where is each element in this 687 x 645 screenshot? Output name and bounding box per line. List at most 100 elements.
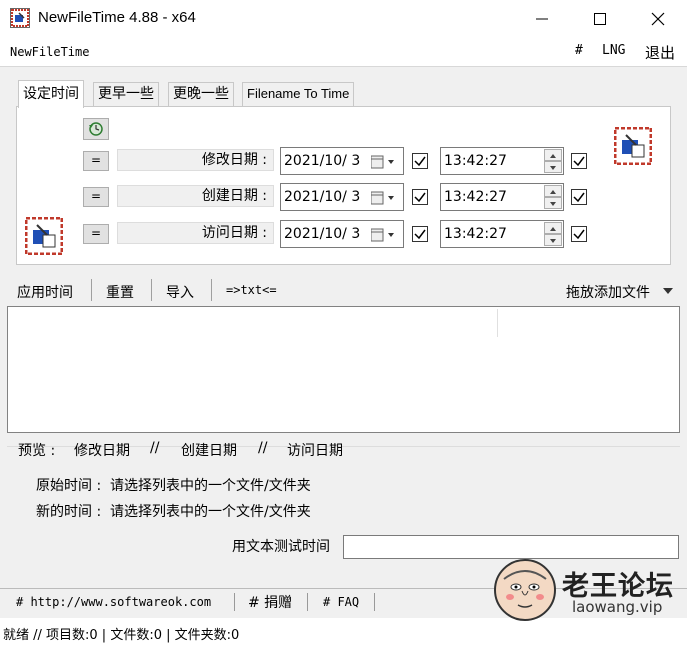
toolbar-separator <box>211 279 212 301</box>
created-date-picker[interactable]: 2021/10/ 3 <box>280 183 404 211</box>
link-separator <box>374 593 375 611</box>
arrow-up-icon <box>550 154 556 158</box>
apply-modified-button[interactable]: = <box>83 151 109 171</box>
checkmark-icon <box>573 229 585 240</box>
maximize-button[interactable] <box>571 0 629 38</box>
accessed-date-checkbox[interactable] <box>412 226 428 242</box>
time-spin-up[interactable] <box>544 185 562 197</box>
created-time-checkbox[interactable] <box>571 189 587 205</box>
status-bar: 就绪 // 项目数:0 | 文件数:0 | 文件夹数:0 <box>0 618 687 645</box>
checkmark-icon <box>414 229 426 240</box>
app-name-label: NewFileTime <box>10 45 90 59</box>
status-text: 就绪 // 项目数:0 | 文件数:0 | 文件夹数:0 <box>3 628 240 643</box>
drag-add-files-button[interactable]: 拖放添加文件 <box>566 282 650 302</box>
checkmark-icon <box>573 192 585 203</box>
checkmark-icon <box>414 156 426 167</box>
preview-separator: // <box>150 440 160 456</box>
tab-set-time[interactable]: 设定时间 <box>18 80 84 108</box>
preview-separator: // <box>258 440 268 456</box>
time-spin-down[interactable] <box>544 197 562 209</box>
calendar-file-icon <box>613 126 653 166</box>
clock-refresh-icon <box>89 122 103 136</box>
title-bar: NewFileTime 4.88 - x64 <box>0 0 687 38</box>
time-spin-down[interactable] <box>544 234 562 246</box>
window-title: NewFileTime 4.88 - x64 <box>38 9 196 26</box>
test-time-input[interactable] <box>343 535 679 559</box>
modified-date-label: 修改日期 : <box>117 149 274 171</box>
link-separator <box>307 593 308 611</box>
menu-language[interactable]: LNG <box>602 43 625 58</box>
import-button[interactable]: 导入 <box>166 282 194 302</box>
created-date-checkbox[interactable] <box>412 189 428 205</box>
original-time-value: 请选择列表中的一个文件/文件夹 <box>110 478 311 494</box>
accessed-date-picker[interactable]: 2021/10/ 3 <box>280 220 404 248</box>
accessed-time-value: 13:42:27 <box>444 226 507 242</box>
menu-exit[interactable]: 退出 <box>645 42 675 63</box>
file-time-icon-bottom[interactable] <box>24 216 64 256</box>
accessed-time-field[interactable]: 13:42:27 <box>440 220 564 248</box>
original-time-label: 原始时间 : <box>36 478 102 494</box>
modified-date-picker[interactable]: 2021/10/ 3 <box>280 147 404 175</box>
preview-accessed-link[interactable]: 访问日期 <box>287 440 343 460</box>
arrow-down-icon <box>550 239 556 243</box>
close-button[interactable] <box>629 0 687 38</box>
checkmark-icon <box>573 156 585 167</box>
accessed-time-checkbox[interactable] <box>571 226 587 242</box>
app-icon <box>10 8 30 28</box>
arrow-up-icon <box>550 190 556 194</box>
checkmark-icon <box>414 192 426 203</box>
test-time-label: 用文本测试时间 <box>232 539 330 555</box>
created-time-field[interactable]: 13:42:27 <box>440 183 564 211</box>
tab-later[interactable]: 更晚一些 <box>168 82 234 106</box>
column-divider[interactable] <box>497 309 498 337</box>
arrow-up-icon <box>550 227 556 231</box>
link-separator <box>234 593 235 611</box>
apply-time-button[interactable]: 应用时间 <box>17 282 73 302</box>
reset-button[interactable]: 重置 <box>106 282 134 302</box>
minimize-icon <box>536 18 548 20</box>
new-time-label: 新的时间 : <box>36 504 102 520</box>
time-spin-down[interactable] <box>544 161 562 173</box>
created-date-label: 创建日期 : <box>117 185 274 207</box>
website-link[interactable]: # http://www.softwareok.com <box>16 595 211 609</box>
time-spin-up[interactable] <box>544 222 562 234</box>
new-time-value: 请选择列表中的一个文件/文件夹 <box>110 504 311 520</box>
apply-accessed-button[interactable]: = <box>83 224 109 244</box>
watermark-avatar <box>494 559 556 621</box>
maximize-icon <box>594 13 606 25</box>
toolbar-separator <box>91 279 92 301</box>
menu-hash[interactable]: # <box>575 43 583 58</box>
calendar-dropdown-icon <box>371 191 394 205</box>
modified-date-value: 2021/10/ 3 <box>284 153 361 169</box>
modified-date-checkbox[interactable] <box>412 153 428 169</box>
accessed-date-label: 访问日期 : <box>117 222 274 244</box>
file-time-icon-top[interactable] <box>613 126 653 166</box>
menu-bar: NewFileTime # LNG 退出 <box>0 38 687 67</box>
toolbar-separator <box>151 279 152 301</box>
donate-link[interactable]: # 捐赠 <box>248 592 292 612</box>
dropdown-arrow-icon <box>663 288 673 294</box>
tab-earlier[interactable]: 更早一些 <box>93 82 159 106</box>
refresh-button[interactable] <box>83 118 109 140</box>
calendar-dropdown-icon <box>371 228 394 242</box>
calendar-dropdown-icon <box>371 155 394 169</box>
watermark-url: laowang.vip <box>572 598 663 616</box>
created-time-value: 13:42:27 <box>444 189 507 205</box>
preview-modified-link[interactable]: 修改日期 <box>74 440 130 460</box>
tab-filename-to-time[interactable]: Filename To Time <box>242 82 355 106</box>
faq-link[interactable]: # FAQ <box>323 595 359 609</box>
apply-created-button[interactable]: = <box>83 187 109 207</box>
old-man-face-icon <box>503 570 547 608</box>
export-txt-button[interactable]: =>txt<= <box>226 283 277 297</box>
modified-time-value: 13:42:27 <box>444 153 507 169</box>
calendar-file-icon <box>24 216 64 256</box>
file-list[interactable] <box>7 306 680 433</box>
preview-created-link[interactable]: 创建日期 <box>181 440 237 460</box>
close-icon <box>651 12 665 26</box>
time-spin-up[interactable] <box>544 149 562 161</box>
created-date-value: 2021/10/ 3 <box>284 189 361 205</box>
minimize-button[interactable] <box>513 0 571 38</box>
modified-time-field[interactable]: 13:42:27 <box>440 147 564 175</box>
modified-time-checkbox[interactable] <box>571 153 587 169</box>
accessed-date-value: 2021/10/ 3 <box>284 226 361 242</box>
